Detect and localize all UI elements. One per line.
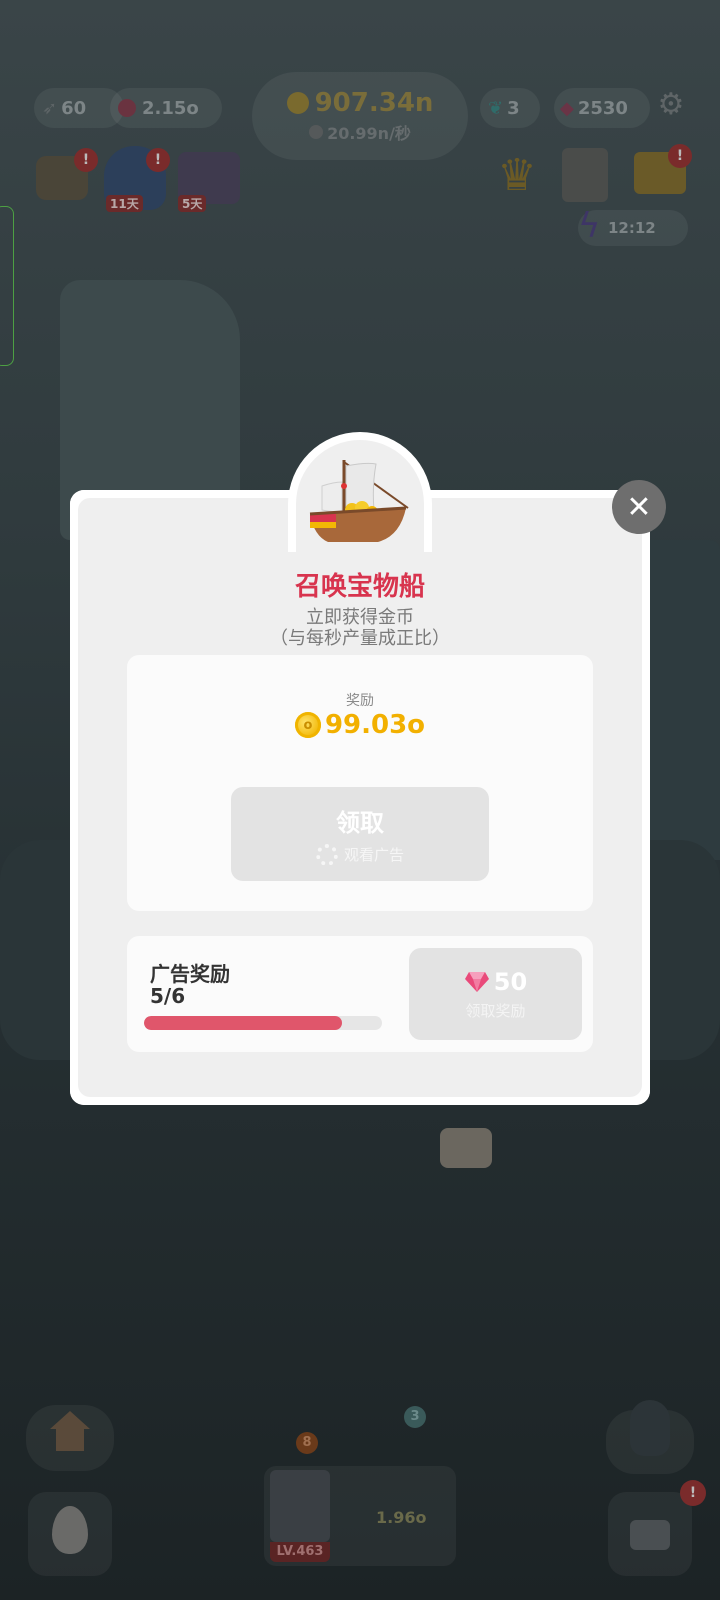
alert-badge: ! bbox=[680, 1480, 706, 1506]
close-button[interactable]: ✕ bbox=[612, 480, 666, 534]
alert-badge: ! bbox=[668, 144, 692, 168]
camera-button[interactable] bbox=[608, 1492, 692, 1576]
energy-value: 2.15o bbox=[142, 97, 199, 119]
gem-reward: 50 bbox=[464, 968, 527, 996]
lightning-icon: ➶ bbox=[42, 97, 58, 119]
ad-reward-progress-text: 5/6 bbox=[150, 984, 186, 1008]
trophy-icon[interactable]: ♛ bbox=[494, 150, 540, 202]
coin-rate: 20.99n/秒 bbox=[327, 124, 411, 143]
lightning-bolt-icon: ϟ bbox=[578, 206, 601, 246]
penguin-icon bbox=[630, 1400, 670, 1456]
reward-value: o 99.03o bbox=[127, 710, 593, 740]
penguin-shop-button[interactable] bbox=[606, 1400, 694, 1474]
gem-icon: ◆ bbox=[560, 97, 574, 119]
side-panel-outline bbox=[0, 206, 14, 366]
coin-icon bbox=[286, 92, 309, 114]
ruby-icon bbox=[118, 99, 136, 117]
coin-total: 907.34n bbox=[314, 88, 434, 118]
unit-card[interactable]: LV.463 1.96o bbox=[264, 1466, 456, 1566]
ad-reward-title: 广告奖励 bbox=[150, 962, 230, 986]
lightning-count: 60 bbox=[61, 97, 87, 119]
home-icon bbox=[50, 1411, 90, 1451]
ad-reward-progress-bar bbox=[144, 1016, 382, 1030]
alert-badge: ! bbox=[146, 148, 170, 172]
feather-icon: ❦ bbox=[488, 97, 504, 119]
egg-icon bbox=[52, 1506, 88, 1554]
feather-pill: ❦ 3 bbox=[480, 88, 540, 128]
modal-subtitle-line2: （与每秒产量成正比） bbox=[270, 628, 450, 649]
penguin-portrait-icon bbox=[270, 1470, 330, 1542]
watch-ad-hint: 观看广告 bbox=[315, 843, 404, 866]
claim-gem-reward-button[interactable]: 50 领取奖励 bbox=[409, 948, 582, 1040]
gem-reward-amount: 50 bbox=[493, 967, 528, 996]
reward-label: 奖励 bbox=[346, 693, 374, 709]
home-button[interactable] bbox=[26, 1405, 114, 1471]
camera-icon bbox=[630, 1520, 670, 1550]
alert-badge: ! bbox=[74, 148, 98, 172]
bag-days-badge: 11天 bbox=[106, 195, 143, 212]
claim-reward-label: 领取奖励 bbox=[465, 1001, 526, 1020]
treasure-chest-scene bbox=[440, 1128, 492, 1168]
coin-total-panel: 907.34n 20.99n/秒 bbox=[252, 72, 468, 160]
close-icon: ✕ bbox=[626, 489, 652, 525]
ad-reward-progress-fill bbox=[144, 1016, 343, 1030]
rate-coin-icon bbox=[309, 125, 324, 139]
chest-days-badge: 5天 bbox=[178, 195, 207, 212]
clipboard-icon[interactable] bbox=[562, 148, 608, 202]
modal-title: 召唤宝物船 bbox=[294, 572, 425, 602]
claim-label: 领取 bbox=[336, 808, 384, 837]
gem-pill: ◆ 2530 bbox=[554, 88, 650, 128]
loading-spinner-icon bbox=[315, 843, 338, 866]
claim-button[interactable]: 领取 观看广告 bbox=[231, 787, 489, 881]
level-badge: 8 bbox=[296, 1432, 318, 1454]
reward-amount: 99.03o bbox=[324, 710, 426, 740]
unit-level: LV.463 bbox=[270, 1542, 330, 1562]
gold-coin-icon: o bbox=[294, 712, 321, 738]
timer-value: 12:12 bbox=[608, 219, 656, 237]
egg-button[interactable] bbox=[28, 1492, 112, 1576]
settings-gear-icon[interactable]: ⚙ bbox=[654, 88, 688, 122]
pink-gem-icon bbox=[464, 971, 490, 993]
gem-count: 2530 bbox=[577, 97, 628, 119]
treasure-ship-icon bbox=[308, 452, 412, 552]
feather-count: 3 bbox=[507, 97, 520, 119]
energy-pill: 2.15o bbox=[110, 88, 222, 128]
notification-count: 3 bbox=[404, 1406, 426, 1428]
watch-ad-label: 观看广告 bbox=[343, 846, 404, 864]
unit-rate: 1.96o bbox=[376, 1508, 427, 1527]
